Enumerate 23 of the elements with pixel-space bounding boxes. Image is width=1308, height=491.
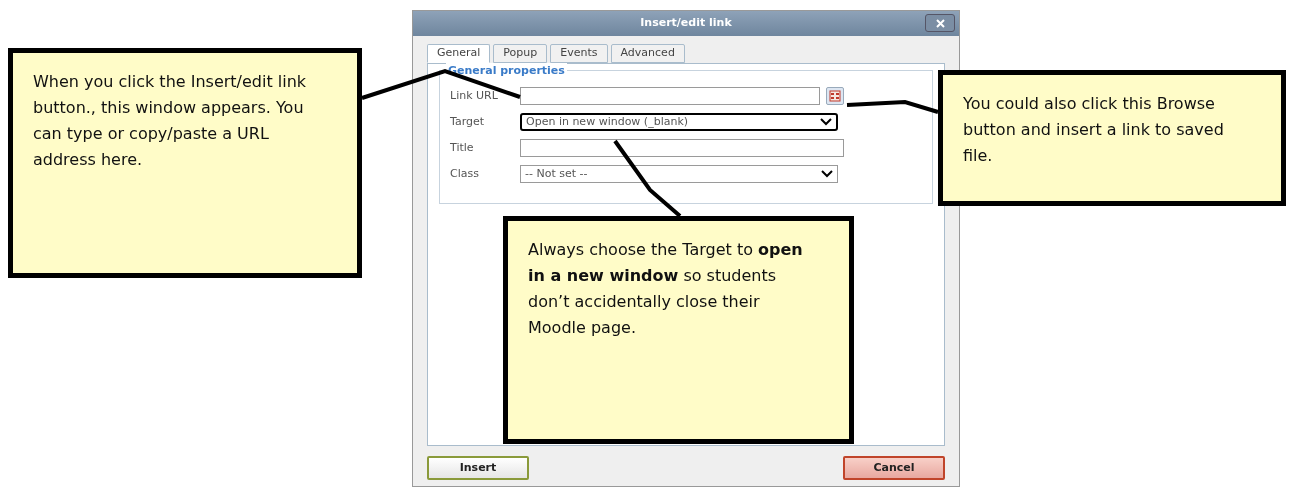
close-button[interactable]: [925, 14, 955, 32]
close-icon: [935, 18, 945, 28]
field-label: Link URL: [450, 87, 499, 104]
callout-text: You could also click this Browse button and insert a link to saved file.: [963, 94, 1224, 165]
field-label: Target: [450, 113, 486, 130]
dialog-button[interactable]: Insert: [427, 456, 529, 480]
text-field[interactable]: [520, 139, 844, 157]
field-label: Class: [450, 165, 480, 182]
browse-button[interactable]: [826, 87, 844, 105]
field-label: Title: [450, 139, 475, 156]
select-field[interactable]: -- Not set --: [520, 165, 838, 183]
dialog-button[interactable]: Cancel: [843, 456, 945, 480]
text-field[interactable]: [520, 87, 820, 105]
chevron-down-icon: [820, 118, 832, 126]
tab[interactable]: Advanced: [610, 44, 685, 63]
tab[interactable]: Events: [550, 44, 608, 63]
chevron-down-icon: [821, 170, 833, 178]
callout-text: When you click the Insert/edit link button., this window appears. You can type or copy/paste a URL address here.: [33, 72, 307, 169]
callout-text: Always choose the Target to open in a new window so students don’t accidentally close their Moodle page.: [528, 240, 803, 337]
select-field[interactable]: Open in new window (_blank): [520, 113, 838, 131]
tab[interactable]: General: [427, 44, 491, 63]
tab[interactable]: Popup: [493, 44, 548, 63]
window-title: Insert/edit link: [640, 15, 732, 32]
